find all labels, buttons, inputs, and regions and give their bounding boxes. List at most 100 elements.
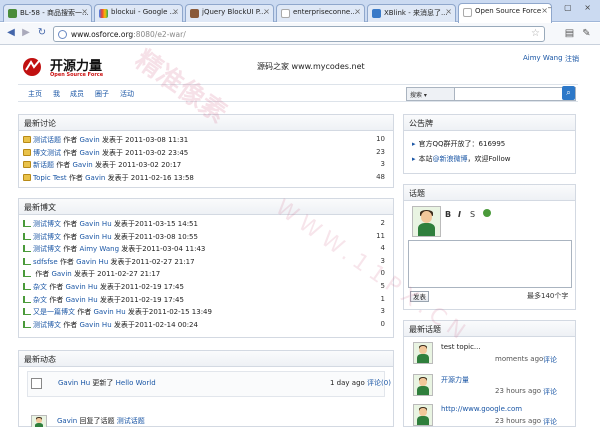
item-count: 5 (380, 282, 385, 290)
activity-target[interactable]: 测试话题 (117, 417, 145, 425)
nav-item-groups[interactable]: 圈子 (95, 89, 109, 99)
strike-button[interactable]: S (470, 210, 475, 219)
google-favicon-icon (99, 9, 108, 18)
item-title[interactable]: 又是一篇博文 (33, 308, 75, 316)
nav-item-members[interactable]: 成员 (70, 89, 84, 99)
bookmark-star-icon[interactable]: ☆ (531, 28, 540, 39)
my-avatar[interactable] (412, 206, 441, 237)
item-author[interactable]: Gavin (85, 174, 105, 182)
bold-button[interactable]: B (445, 210, 451, 219)
tab-close-icon[interactable]: × (354, 7, 361, 16)
item-title[interactable]: 杂文 (33, 296, 47, 304)
item-author[interactable]: Gavin Hu (65, 283, 97, 291)
avatar[interactable] (413, 404, 433, 426)
item-by-label: 作者 (63, 245, 78, 254)
search-type-select[interactable]: 搜索 ▾ (407, 88, 455, 100)
avatar[interactable] (413, 374, 433, 396)
tab-close-icon[interactable]: × (172, 7, 179, 16)
item-posted: 发表于2011-03-08 10:55 (113, 232, 198, 241)
blog-icon (23, 220, 31, 227)
activity-comments[interactable]: 评论(0) (367, 379, 391, 387)
item-title[interactable]: 博文测试 (33, 149, 61, 157)
window-controls[interactable]: – ▢ × (548, 3, 596, 12)
user-name-link[interactable]: Aimy Wang (523, 54, 563, 62)
post-button[interactable]: 发表 (410, 291, 429, 302)
item-author[interactable]: Gavin Hu (79, 233, 111, 241)
latest-activity-panel: 最新动态 Gavin Hu 更新了 Hello World 1 day ago … (18, 350, 394, 427)
wrench-icon[interactable]: ✎ (580, 27, 593, 40)
item-by-label: 作者 (63, 232, 78, 241)
page-menu-icon[interactable]: ▤ (563, 27, 576, 40)
topic-textarea[interactable] (408, 240, 572, 288)
activity-author[interactable]: Gavin Hu (58, 379, 90, 387)
item-author[interactable]: Gavin Hu (65, 296, 97, 304)
browser-tab-2[interactable]: blockui - Google ... × (94, 4, 183, 22)
emoticon-icon[interactable] (483, 209, 491, 217)
item-posted: 发表于 2011-03-02 20:17 (94, 161, 182, 170)
logout-link[interactable]: 注销 (565, 54, 579, 64)
browser-tab-3[interactable]: jQuery BlockUI P... × (185, 4, 274, 22)
item-count: 3 (380, 160, 385, 169)
item-title[interactable]: 新话题 (33, 161, 54, 169)
activity-action: 回复了话题 (79, 417, 115, 425)
avatar[interactable] (31, 415, 47, 427)
search-button[interactable]: ⌕ (562, 86, 575, 100)
item-title[interactable]: 测试博文 (33, 220, 61, 228)
item-title[interactable]: 测试话题 (33, 136, 61, 144)
browser-tab-4[interactable]: enterpriseconne... × (276, 4, 365, 22)
item-title[interactable]: sdfsfse (33, 258, 58, 266)
globe-icon (58, 30, 67, 39)
tab-close-icon[interactable]: × (263, 7, 270, 16)
tab-close-icon[interactable]: × (81, 7, 88, 16)
forward-arrow-icon[interactable]: ▶ (19, 26, 33, 40)
item-author[interactable]: Gavin Hu (93, 308, 125, 316)
avatar[interactable] (413, 342, 433, 364)
panel-title: 最新博文 (19, 199, 393, 215)
reload-icon[interactable]: ↻ (35, 26, 49, 40)
item-author[interactable]: Gavin Hu (79, 220, 111, 228)
item-posted: 发表于 2011-03-02 23:45 (101, 148, 189, 157)
list-item: 测试话题 作者 Gavin 发表于 2011-03-08 11:31 10 (23, 135, 389, 145)
item-count: 3 (380, 256, 385, 265)
topic-comment-link[interactable]: 评论 (543, 417, 557, 427)
browser-tab-active[interactable]: Open Source Force × (458, 3, 552, 23)
search-input[interactable]: 搜索 ▾ (406, 87, 576, 101)
activity-target[interactable]: Hello World (116, 379, 156, 387)
blog-icon (23, 308, 31, 316)
item-count: 0 (380, 319, 385, 328)
address-bar[interactable]: www.osforce.org:8080/e2-war/ ☆ (53, 26, 545, 42)
item-author[interactable]: Gavin (79, 136, 99, 144)
tab-title: XBlink - 来消息了... (384, 9, 448, 17)
topic-text[interactable]: http://www.google.com (441, 405, 522, 413)
item-author[interactable]: Gavin (51, 270, 71, 278)
item-author[interactable]: Gavin (72, 161, 92, 169)
item-author[interactable]: Gavin (79, 149, 99, 157)
item-title[interactable]: 杂文 (33, 283, 47, 291)
item-title[interactable]: 测试博文 (33, 233, 61, 241)
panel-title: 最新话题 (404, 321, 575, 337)
nav-item-home[interactable]: 主页 (28, 89, 42, 99)
list-item: sdfsfse 作者 Gavin Hu 发表于2011-02-27 21:17 3 (23, 257, 389, 267)
browser-tab-1[interactable]: BL-58 - 商品搜索一... × (3, 4, 92, 22)
list-item: 作者 Gavin 发表于 2011-02-27 21:17 0 (23, 269, 389, 279)
topic-comment-link[interactable]: 评论 (543, 355, 557, 365)
weibo-link[interactable]: @新浪微博 (433, 155, 468, 163)
nav-item-me[interactable]: 我 (53, 89, 60, 99)
item-title[interactable]: 测试博文 (33, 321, 61, 329)
tab-close-icon[interactable]: × (445, 7, 452, 16)
item-author[interactable]: Gavin Hu (79, 321, 111, 329)
item-author[interactable]: Gavin Hu (76, 258, 108, 266)
italic-button[interactable]: I (458, 210, 461, 219)
topic-text[interactable]: 开源力量 (441, 375, 469, 385)
item-title[interactable]: Topic Test (33, 174, 67, 182)
item-author[interactable]: Aimy Wang (79, 245, 119, 253)
item-by-label: 作者 (35, 270, 50, 279)
nav-item-events[interactable]: 活动 (120, 89, 134, 99)
item-count: 10 (376, 135, 385, 143)
topic-icon (23, 161, 31, 169)
topic-comment-link[interactable]: 评论 (543, 387, 557, 397)
browser-tab-5[interactable]: XBlink - 来消息了... × (367, 4, 456, 22)
back-arrow-icon[interactable]: ◀ (4, 26, 18, 40)
item-title[interactable]: 测试博文 (33, 245, 61, 253)
activity-author[interactable]: Gavin (57, 417, 77, 425)
